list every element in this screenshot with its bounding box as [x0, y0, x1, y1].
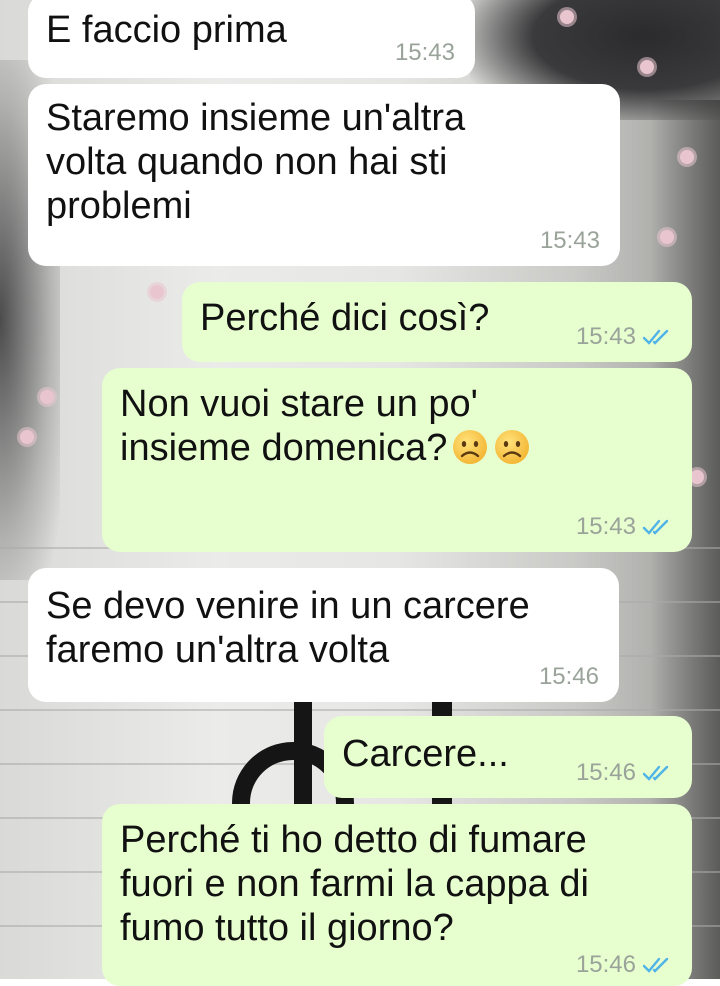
blossom-decoration [20, 430, 34, 444]
message-timestamp: 15:43 [575, 513, 636, 540]
message-text: Se devo venire in un carcere faremo un'a… [46, 585, 530, 671]
blossom-decoration [560, 10, 574, 24]
outgoing-message-bubble[interactable]: Perché ti ho detto di fumare fuori e non… [102, 804, 692, 986]
message-timestamp: 15:46 [575, 951, 636, 978]
message-meta: 15:43 [395, 40, 455, 66]
incoming-message-bubble[interactable]: Se devo venire in un carcere faremo un'a… [28, 568, 619, 702]
message-meta: 15:46 [576, 760, 672, 786]
incoming-message-bubble[interactable]: E faccio prima 15:43 [28, 0, 475, 78]
message-timestamp: 15:46 [538, 663, 599, 690]
message-meta: 15:43 [576, 514, 672, 540]
blossom-decoration [40, 390, 54, 404]
message-timestamp: 15:43 [394, 39, 455, 66]
message-meta: 15:43 [540, 228, 600, 254]
incoming-message-bubble[interactable]: Staremo insieme un'altra volta quando no… [28, 84, 620, 266]
outgoing-message-bubble[interactable]: Non vuoi stare un po' insieme domenica? … [102, 368, 692, 552]
message-timestamp: 15:46 [575, 759, 636, 786]
double-check-read-icon [642, 765, 669, 781]
blossom-decoration [640, 60, 654, 74]
message-text: Staremo insieme un'altra volta quando no… [46, 97, 466, 227]
frowning-face-emoji [453, 430, 488, 464]
message-meta: 15:46 [576, 952, 672, 978]
message-timestamp: 15:43 [539, 227, 600, 254]
message-meta: 15:43 [576, 324, 672, 350]
blossom-decoration [660, 230, 674, 244]
blossom-decoration [150, 285, 164, 299]
message-text-content: Non vuoi stare un po' insieme domenica? [120, 383, 478, 469]
double-check-read-icon [642, 957, 669, 973]
outgoing-message-bubble[interactable]: Carcere... 15:46 [324, 716, 692, 798]
message-text: Non vuoi stare un po' insieme domenica? [120, 382, 674, 470]
outgoing-message-bubble[interactable]: Perché dici così? 15:43 [182, 282, 692, 362]
blossom-decoration [690, 470, 704, 484]
double-check-read-icon [642, 329, 669, 345]
wallpaper-letter-shape [294, 700, 312, 820]
blossom-decoration [680, 150, 694, 164]
message-timestamp: 15:43 [575, 323, 636, 350]
frowning-face-emoji [495, 430, 530, 464]
message-meta: 15:46 [539, 664, 599, 690]
double-check-read-icon [642, 519, 669, 535]
message-text: Perché ti ho detto di fumare fuori e non… [120, 819, 589, 949]
